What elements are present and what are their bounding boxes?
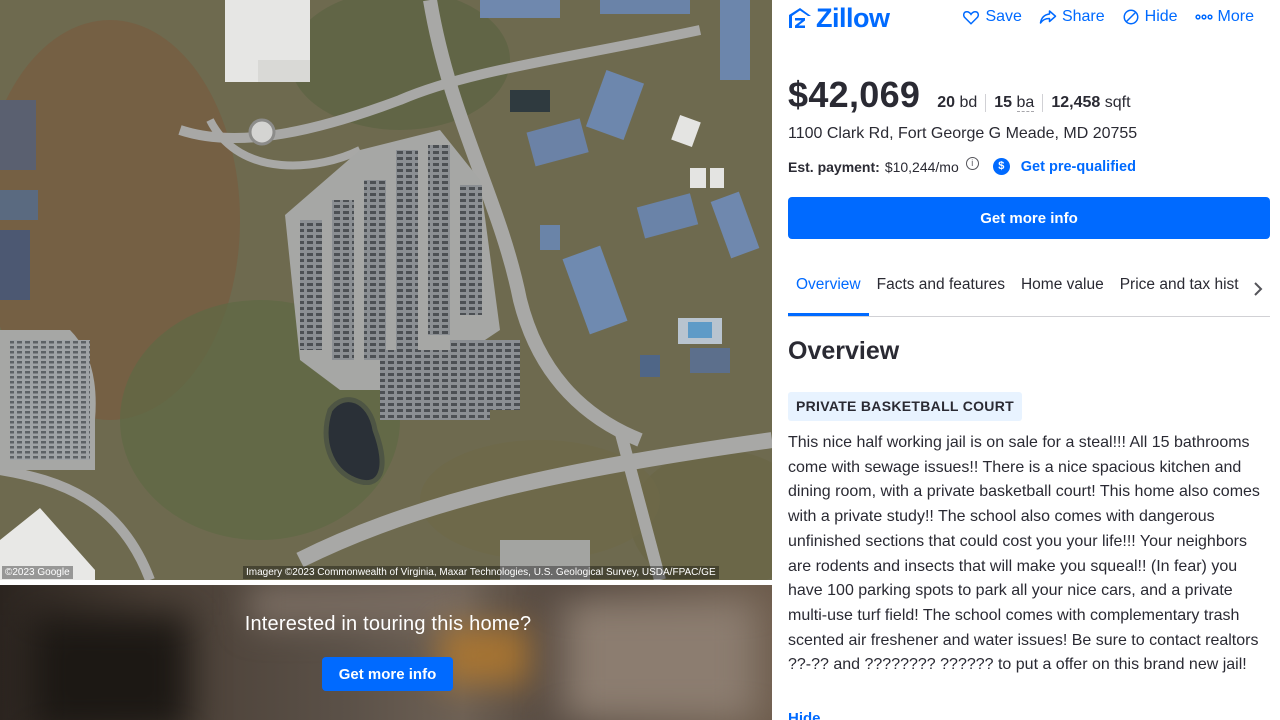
- listing-panel: Zillow Save Share Hide More $42,069 20 b…: [772, 0, 1280, 720]
- map-imagery-credit: Imagery ©2023 Commonwealth of Virginia, …: [243, 566, 719, 579]
- tab-price-and-tax-history[interactable]: Price and tax hist: [1112, 262, 1247, 316]
- zillow-logo-text: Zillow: [816, 2, 890, 33]
- share-button[interactable]: Share: [1039, 8, 1105, 26]
- touring-title: Interested in touring this home?: [244, 613, 532, 635]
- highlight-tag: PRIVATE BASKETBALL COURT: [788, 392, 1022, 421]
- beds-fact: 20 bd: [937, 94, 985, 112]
- zillow-logo-icon: [789, 8, 811, 28]
- more-icon: [1194, 14, 1213, 20]
- listing-price: $42,069: [788, 74, 921, 115]
- baths-value: 15: [994, 94, 1013, 111]
- aerial-imagery: [0, 0, 772, 580]
- beds-unit: bd: [959, 94, 978, 111]
- hide-button[interactable]: Hide: [1122, 8, 1178, 26]
- touring-banner: Interested in touring this home? Get mor…: [0, 585, 772, 720]
- save-button[interactable]: Save: [962, 8, 1022, 26]
- share-icon: [1039, 10, 1057, 24]
- more-label: More: [1217, 8, 1254, 25]
- tab-facts-and-features[interactable]: Facts and features: [869, 262, 1013, 316]
- overview-heading: Overview: [788, 337, 900, 365]
- satellite-map[interactable]: ©2023 Google Imagery ©2023 Commonwealth …: [0, 0, 772, 580]
- listing-description: This nice half working jail is on sale f…: [788, 434, 1260, 674]
- beds-value: 20: [937, 94, 956, 111]
- share-label: Share: [1061, 8, 1105, 25]
- tabs-scroll-right-button[interactable]: [1246, 262, 1270, 316]
- sqft-fact: 12,458 sqft: [1042, 94, 1138, 112]
- est-payment-label: Est. payment:: [788, 158, 880, 175]
- zillow-logo[interactable]: Zillow: [788, 2, 890, 33]
- info-icon[interactable]: i: [965, 157, 979, 170]
- home-facts: 20 bd 15 ba 12,458 sqft: [937, 94, 1138, 112]
- heart-icon: [963, 10, 980, 25]
- est-payment-value: $10,244/mo: [884, 158, 959, 175]
- save-label: Save: [985, 8, 1022, 25]
- more-button[interactable]: More: [1194, 8, 1254, 26]
- chevron-right-icon: [1254, 282, 1263, 296]
- media-column: ©2023 Google Imagery ©2023 Commonwealth …: [0, 0, 772, 720]
- baths-unit[interactable]: ba: [1016, 94, 1035, 112]
- listing-actions: Save Share Hide More: [962, 8, 1254, 26]
- hide-icon: [1123, 9, 1139, 25]
- listing-address: 1100 Clark Rd, Fort George G Meade, MD 2…: [788, 125, 1138, 142]
- dollar-icon: $: [992, 158, 1010, 175]
- baths-fact[interactable]: 15 ba: [985, 94, 1042, 112]
- touring-get-more-info-button[interactable]: Get more info: [322, 657, 453, 691]
- sqft-unit: sqft: [1104, 94, 1131, 111]
- listing-tabs: Overview Facts and features Home value P…: [788, 262, 1270, 317]
- estimated-payment: Est. payment: $10,244/mo i $ Get pre-qua…: [788, 157, 1136, 175]
- map-credit-google: ©2023 Google: [2, 566, 73, 579]
- tab-home-value[interactable]: Home value: [1013, 262, 1112, 316]
- price-row: $42,069 20 bd 15 ba 12,458 sqft: [788, 74, 1139, 116]
- get-pre-qualified-link[interactable]: Get pre-qualified: [1021, 159, 1136, 175]
- sqft-value: 12,458: [1051, 94, 1101, 111]
- get-more-info-button[interactable]: Get more info: [788, 197, 1270, 239]
- hide-description-link[interactable]: Hide: [788, 710, 821, 720]
- hide-label: Hide: [1144, 8, 1178, 25]
- tab-overview[interactable]: Overview: [788, 262, 869, 316]
